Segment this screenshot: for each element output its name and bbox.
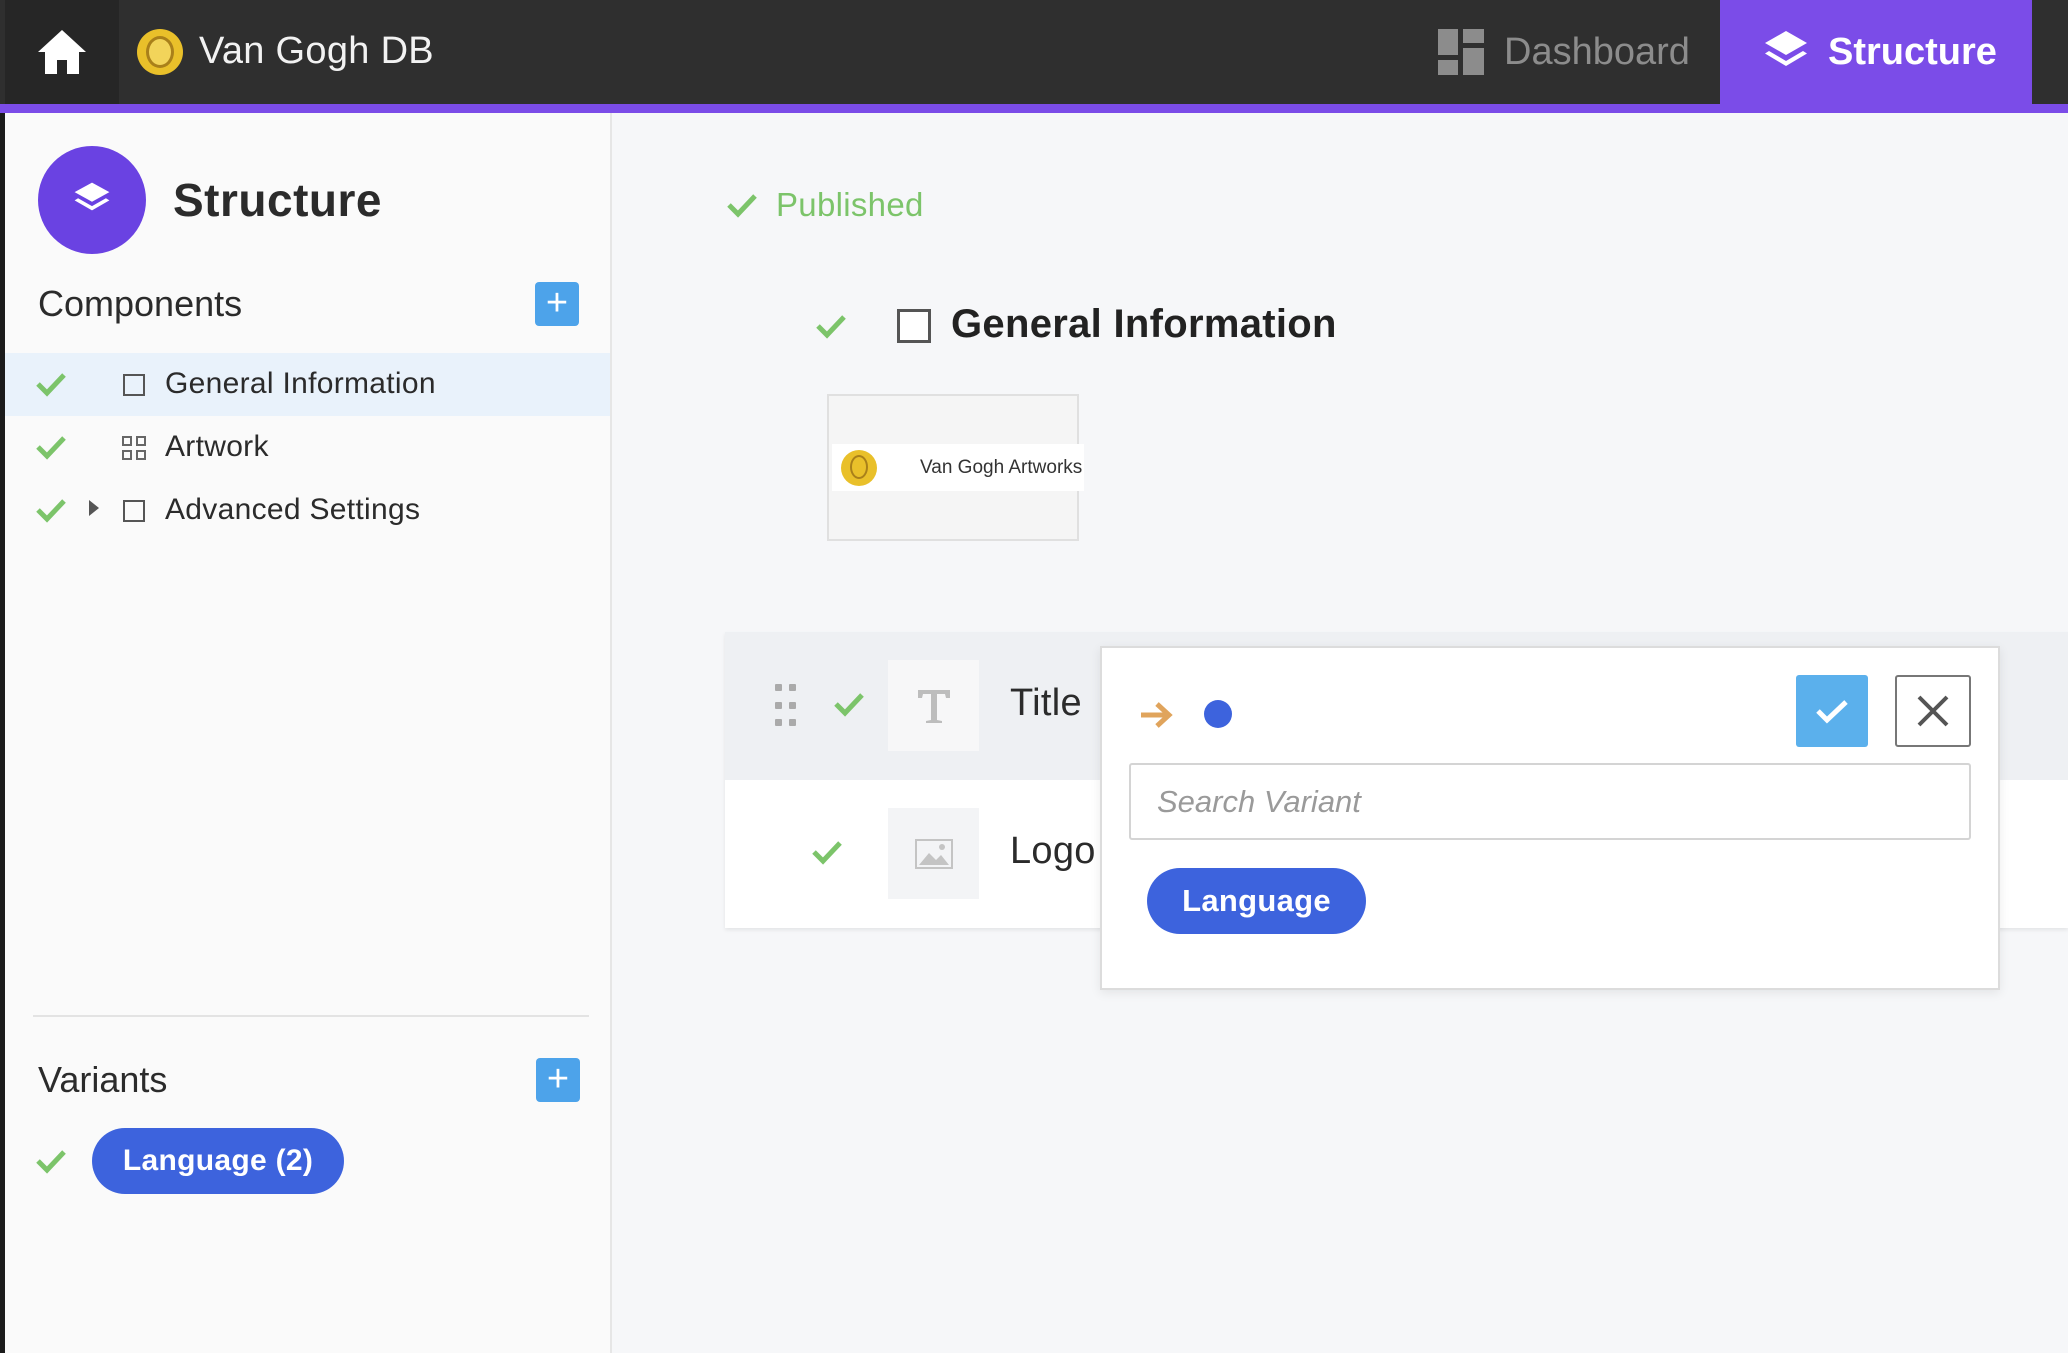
- check-icon: [36, 499, 66, 523]
- check-icon: [812, 841, 842, 865]
- check-icon: [36, 373, 66, 397]
- sidebar-divider: [33, 1015, 589, 1017]
- check-icon: [816, 315, 846, 339]
- close-button[interactable]: [1895, 675, 1971, 747]
- component-title: General Information: [951, 302, 1337, 346]
- nav-structure-label: Structure: [1828, 30, 1997, 73]
- close-icon: [1917, 695, 1949, 727]
- app-logo: [137, 29, 183, 75]
- nav-dashboard-label: Dashboard: [1504, 30, 1690, 73]
- expand-caret-icon[interactable]: [89, 500, 99, 516]
- top-bar: Van Gogh DB Dashboard Structure: [0, 0, 2068, 104]
- component-item-artwork[interactable]: Artwork: [5, 416, 610, 479]
- grid-icon: [122, 436, 146, 460]
- variant-popover: Language: [1100, 646, 2000, 990]
- component-item-general-information[interactable]: General Information: [5, 353, 610, 416]
- square-icon: [897, 309, 931, 343]
- preview-logo: [841, 450, 877, 486]
- sidebar: Structure Components + General Informati…: [5, 113, 612, 1353]
- square-icon: [123, 500, 145, 522]
- check-icon: [727, 194, 757, 218]
- square-icon: [123, 374, 145, 396]
- check-icon: [36, 1150, 66, 1174]
- layers-icon: [74, 182, 110, 211]
- variant-dot-icon: [1204, 700, 1232, 728]
- component-label: General Information: [165, 367, 436, 400]
- home-icon: [38, 30, 86, 74]
- check-icon: [834, 693, 864, 717]
- add-component-button[interactable]: +: [535, 282, 579, 326]
- arrow-right-icon: [1141, 702, 1173, 728]
- component-item-advanced-settings[interactable]: Advanced Settings: [5, 479, 610, 542]
- publish-status: Published: [726, 186, 924, 224]
- dashboard-icon: [1438, 29, 1484, 75]
- topbar-accent-bar: [0, 104, 2068, 113]
- preview-text: Van Gogh Artworks: [920, 457, 1083, 478]
- variants-heading: Variants: [38, 1059, 168, 1100]
- drag-handle-icon[interactable]: [775, 684, 797, 732]
- publish-status-text: Published: [776, 186, 924, 223]
- field-label: Title: [1010, 682, 1082, 724]
- component-preview: Van Gogh Artworks: [827, 394, 1084, 541]
- variant-language-pill[interactable]: Language (2): [92, 1128, 344, 1194]
- text-icon: [888, 660, 979, 751]
- preview-banner: Van Gogh Artworks: [832, 444, 1084, 491]
- nav-structure[interactable]: Structure: [1720, 0, 2032, 104]
- field-label: Logo: [1010, 830, 1096, 872]
- variant-option-language[interactable]: Language: [1147, 868, 1366, 934]
- check-icon: [36, 436, 66, 460]
- search-variant-input[interactable]: [1129, 763, 1971, 840]
- component-label: Advanced Settings: [165, 493, 421, 526]
- component-label: Artwork: [165, 430, 269, 463]
- add-variant-button[interactable]: +: [536, 1058, 580, 1102]
- structure-badge: [38, 146, 146, 254]
- confirm-button[interactable]: [1796, 675, 1868, 747]
- home-button[interactable]: [5, 0, 119, 104]
- check-icon: [1816, 700, 1848, 724]
- image-icon: [888, 808, 979, 899]
- nav-dashboard[interactable]: Dashboard: [1420, 0, 1720, 104]
- layers-icon: [1765, 31, 1807, 66]
- components-heading: Components: [38, 283, 243, 324]
- sidebar-title: Structure: [173, 174, 382, 226]
- app-title: Van Gogh DB: [199, 30, 434, 72]
